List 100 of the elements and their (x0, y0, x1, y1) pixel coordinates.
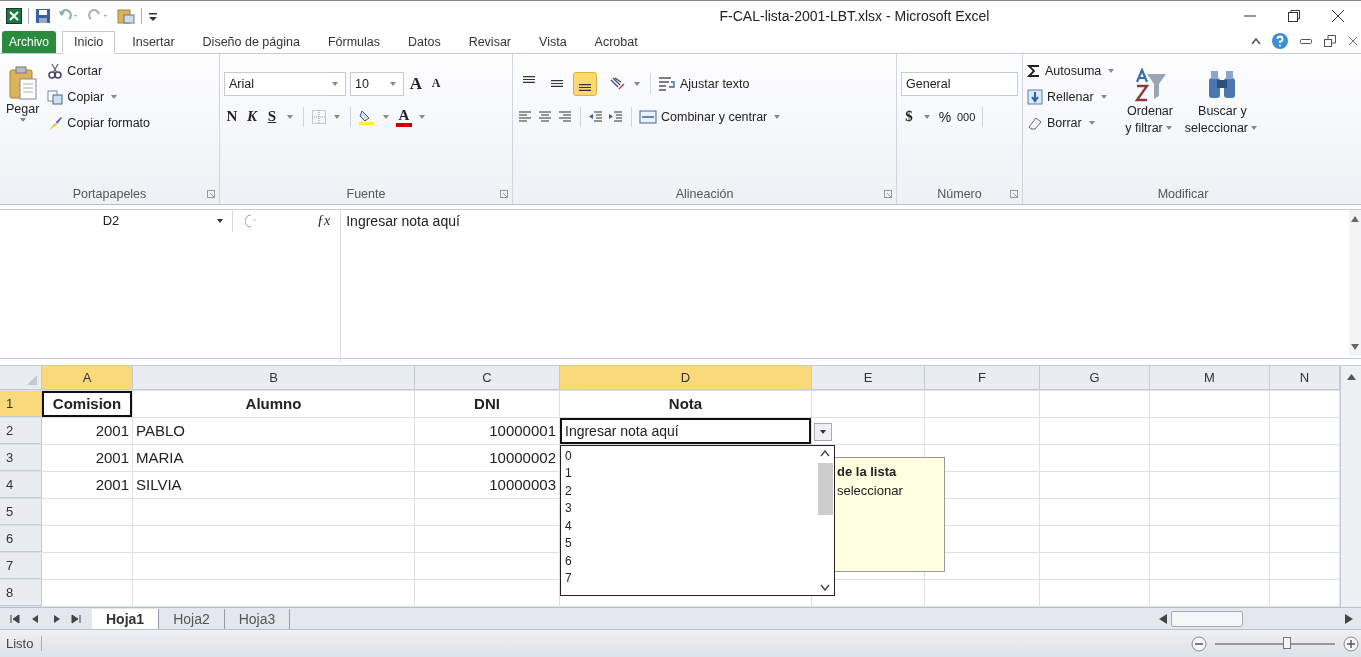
column-header[interactable]: F (925, 365, 1040, 390)
row-header[interactable]: 4 (0, 471, 42, 498)
close-icon[interactable] (1331, 8, 1345, 23)
list-option[interactable]: 5 (565, 535, 812, 553)
dialog-launcher-icon[interactable] (500, 189, 508, 198)
sheet-tab[interactable]: Hoja2 (159, 608, 225, 629)
restore-icon[interactable] (1287, 8, 1301, 23)
file-tab[interactable]: Archivo (2, 30, 56, 53)
ribbon-tab[interactable]: Revisar (457, 30, 522, 53)
find-select-button[interactable]: Buscar y seleccionar (1182, 59, 1262, 184)
list-option[interactable]: 6 (565, 552, 812, 571)
align-center-icon[interactable] (537, 109, 553, 124)
table-cell-text: MARIA (135, 448, 185, 469)
column-header[interactable]: M (1150, 365, 1270, 390)
align-left-icon[interactable] (517, 109, 533, 124)
dropdown-button[interactable] (814, 422, 832, 441)
ribbon-tab[interactable]: Acrobat (583, 30, 649, 53)
number-format-field[interactable]: General (901, 71, 1018, 96)
grow-font-button[interactable]: A (408, 72, 424, 95)
font-color-button[interactable]: A (396, 106, 412, 127)
row-header[interactable]: 1 (0, 390, 42, 417)
list-option[interactable]: 4 (565, 517, 812, 536)
save-icon[interactable] (35, 7, 51, 24)
list-option[interactable]: 3 (565, 500, 812, 518)
increase-indent-icon[interactable] (608, 109, 624, 124)
autosum-button[interactable]: Autosuma (1027, 59, 1118, 82)
scroll-down-icon[interactable] (1351, 343, 1359, 350)
list-option[interactable]: 7 (565, 570, 812, 588)
zoom-out-icon[interactable] (1191, 635, 1207, 652)
scrollbar-thumb[interactable] (1171, 610, 1243, 627)
restore-icon[interactable] (1323, 33, 1337, 48)
help-icon[interactable] (1271, 31, 1289, 50)
text-orientation-icon[interactable] (609, 75, 627, 92)
bold-button[interactable]: N (224, 105, 240, 128)
copy-button[interactable]: Copiar (47, 85, 151, 108)
column-header[interactable]: B (133, 365, 415, 390)
scroll-up-icon[interactable] (1346, 373, 1356, 380)
column-header[interactable]: G (1040, 365, 1150, 390)
list-option[interactable]: 0 (565, 447, 812, 466)
column-header[interactable]: C (415, 365, 560, 390)
font-size-field[interactable]: 10 (350, 71, 404, 96)
bottom-align-button[interactable] (573, 71, 597, 96)
merge-center-button[interactable]: Combinar y centrar (639, 105, 784, 128)
percent-button[interactable]: % (937, 105, 953, 128)
list-option[interactable]: 2 (565, 482, 812, 501)
zoom-in-icon[interactable] (1343, 635, 1359, 652)
currency-button[interactable]: $ (901, 105, 917, 128)
row-header[interactable]: 7 (0, 552, 42, 579)
ribbon-tab[interactable]: Vista (528, 30, 578, 53)
font-name-field[interactable]: Arial (224, 71, 346, 96)
row-header[interactable]: 8 (0, 579, 42, 606)
fill-down-icon (1027, 88, 1043, 105)
insert-function-button[interactable]: ƒx (317, 212, 331, 229)
fill-button[interactable]: Rellenar (1027, 85, 1118, 108)
wrap-text-button[interactable]: Ajustar texto (658, 72, 750, 95)
sort-filter-button[interactable]: Ordenar y filtrar (1123, 59, 1177, 184)
ribbon-tab[interactable]: Inicio (62, 30, 116, 54)
collapse-ribbon-icon[interactable] (1251, 36, 1261, 45)
ribbon-tab[interactable]: Fórmulas (316, 30, 391, 53)
column-header[interactable]: N (1270, 365, 1340, 390)
paste-button[interactable]: Pegar (4, 59, 42, 184)
vertical-scrollbar[interactable] (1340, 365, 1361, 607)
cut-button[interactable]: Cortar (47, 59, 151, 82)
dialog-launcher-icon[interactable] (884, 189, 892, 198)
ribbon-tab[interactable]: Datos (397, 30, 452, 53)
dialog-launcher-icon[interactable] (207, 189, 215, 198)
decrease-indent-icon[interactable] (588, 109, 604, 124)
clear-button[interactable]: Borrar (1027, 111, 1118, 134)
sheet-tab[interactable]: Hoja1 (92, 608, 160, 629)
ribbon-tab[interactable]: Diseño de página (191, 30, 311, 53)
clipboard-icon[interactable] (117, 7, 135, 24)
row-header[interactable]: 6 (0, 525, 42, 552)
format-painter-button[interactable]: Copiar formato (47, 111, 151, 134)
scroll-up-icon[interactable] (1351, 215, 1359, 222)
column-header[interactable]: E (812, 365, 925, 390)
thousands-button[interactable]: 000 (957, 105, 976, 128)
scroll-left-icon[interactable] (1159, 613, 1167, 624)
row-header[interactable]: 2 (0, 417, 42, 444)
align-right-icon[interactable] (557, 109, 573, 124)
ribbon-tab[interactable]: Insertar (121, 30, 186, 53)
excel-logo-icon[interactable] (6, 7, 22, 24)
column-header[interactable]: A (42, 365, 133, 390)
shrink-font-button[interactable]: A (428, 72, 444, 95)
scrollbar-thumb[interactable] (817, 462, 833, 515)
table-cell-text: SILVIA (135, 475, 183, 496)
table-cell[interactable]: Ingresar nota aquí (560, 417, 811, 444)
scroll-down-icon[interactable] (820, 583, 830, 591)
column-header[interactable]: D (560, 365, 812, 390)
zoom-slider-thumb[interactable] (1283, 636, 1291, 649)
dialog-launcher-icon[interactable] (1010, 189, 1018, 198)
italic-button[interactable]: K (244, 105, 260, 128)
formula-scrollbar[interactable] (1349, 209, 1361, 356)
scroll-right-icon[interactable] (1345, 613, 1353, 624)
scroll-up-icon[interactable] (820, 449, 830, 457)
row-header[interactable]: 3 (0, 444, 42, 471)
list-option[interactable]: 1 (565, 465, 812, 483)
row-header[interactable]: 5 (0, 498, 42, 525)
sheet-tab[interactable]: Hoja3 (224, 608, 291, 629)
underline-button[interactable]: S (264, 105, 280, 128)
name-box[interactable]: D2 (0, 209, 233, 232)
